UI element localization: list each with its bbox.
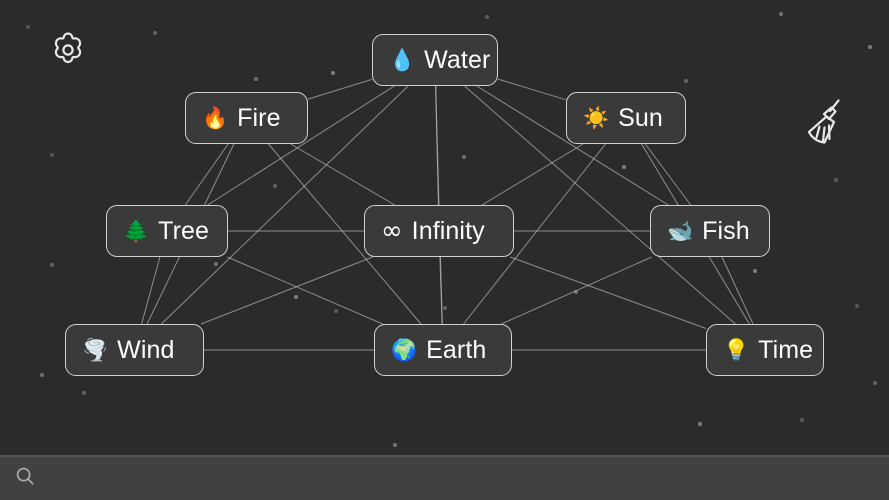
element-node-fire[interactable]: 🔥 Fire <box>185 92 308 144</box>
element-node-label: Water <box>424 45 491 74</box>
star-dot <box>331 71 335 75</box>
star-dot <box>334 309 338 313</box>
element-node-label: Infinity <box>411 216 485 245</box>
infinity-symbol: ∞ <box>381 216 403 246</box>
star-dot <box>254 77 258 81</box>
element-node-sun[interactable]: ☀️ Sun <box>566 92 686 144</box>
element-node-label: Wind <box>117 335 175 364</box>
search-input[interactable] <box>46 469 875 488</box>
star-dot <box>779 12 783 16</box>
broom-icon <box>807 99 840 144</box>
element-node-label: Sun <box>618 103 663 132</box>
element-node-label: Fish <box>702 216 750 245</box>
element-node-label: Fire <box>237 103 281 132</box>
star-dot <box>50 153 54 157</box>
star-dot <box>152 30 158 36</box>
star-dot <box>800 418 804 422</box>
star-dot <box>855 304 859 308</box>
connection-line <box>481 143 584 206</box>
element-node-time[interactable]: 💡 Time <box>706 324 824 376</box>
globe-emoji: 🌍 <box>391 338 418 362</box>
star-dot <box>622 165 626 169</box>
connection-line <box>290 143 395 206</box>
connection-line <box>307 78 373 100</box>
crafting-board-app: 💧 Water 🔥 Fire ☀️ Sun 🌲 Tree ∞ Infinity 🐋 Fish 🌪️ Win… <box>0 0 889 500</box>
element-node-infinity[interactable]: ∞ Infinity <box>364 205 514 257</box>
star-dot <box>834 178 838 182</box>
star-dot <box>684 79 688 83</box>
star-dot <box>50 263 54 267</box>
element-node-label: Tree <box>158 216 210 245</box>
element-node-tree[interactable]: 🌲 Tree <box>106 205 228 257</box>
droplet-emoji: 💧 <box>389 48 416 72</box>
element-node-label: Earth <box>426 335 487 364</box>
star-dot <box>868 45 872 49</box>
whale-emoji: 🐋 <box>667 219 694 243</box>
star-dot <box>82 391 86 395</box>
connection-line <box>184 143 229 206</box>
fire-emoji: 🔥 <box>202 106 229 130</box>
tornado-emoji: 🌪️ <box>82 338 109 362</box>
star-dot <box>443 306 447 310</box>
connection-line <box>510 256 707 329</box>
gear-icon <box>54 32 82 64</box>
star-dot <box>214 262 218 266</box>
search-icon <box>14 465 36 492</box>
element-node-label: Time <box>758 335 814 364</box>
search-bar[interactable] <box>0 455 889 500</box>
star-dot <box>485 15 489 19</box>
connection-line <box>200 256 373 325</box>
star-dot <box>462 155 466 159</box>
star-dot <box>273 184 277 188</box>
clear-board-button[interactable] <box>798 92 854 148</box>
star-dot <box>574 290 578 294</box>
element-node-fish[interactable]: 🐋 Fish <box>650 205 770 257</box>
element-node-wind[interactable]: 🌪️ Wind <box>65 324 204 376</box>
star-dot <box>698 422 702 426</box>
element-node-water[interactable]: 💧 Water <box>372 34 498 86</box>
connection-line <box>501 256 652 325</box>
connection-line <box>439 256 443 325</box>
connection-line <box>497 78 567 101</box>
star-dot <box>294 295 298 299</box>
evergreen-emoji: 🌲 <box>123 219 150 243</box>
connection-line <box>721 256 754 325</box>
star-dot <box>393 443 397 447</box>
element-board[interactable]: 💧 Water 🔥 Fire ☀️ Sun 🌲 Tree ∞ Infinity 🐋 Fish 🌪️ Win… <box>0 0 889 455</box>
star-dot <box>753 269 757 273</box>
connection-line <box>435 85 439 206</box>
star-dot <box>26 25 30 29</box>
sun-emoji: ☀️ <box>583 106 610 130</box>
star-dot <box>40 373 44 377</box>
lightbulb-emoji: 💡 <box>723 338 750 362</box>
settings-button[interactable] <box>44 26 92 74</box>
connection-line <box>227 256 383 325</box>
connection-line <box>644 143 692 206</box>
connection-line <box>141 256 161 325</box>
star-dot <box>873 381 877 385</box>
element-node-earth[interactable]: 🌍 Earth <box>374 324 512 376</box>
